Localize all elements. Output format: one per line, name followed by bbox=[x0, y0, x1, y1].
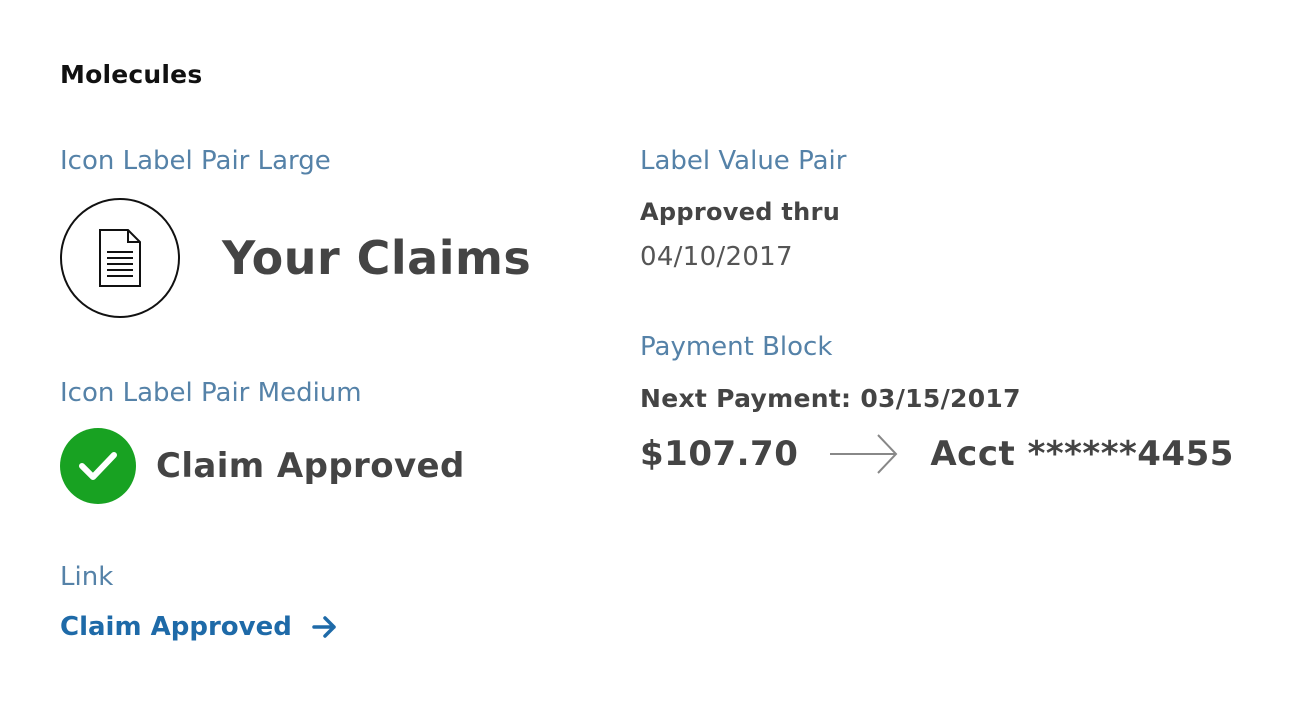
next-payment-title: Next Payment: 03/15/2017 bbox=[640, 384, 1021, 413]
section-label-link: Link bbox=[60, 562, 114, 592]
icon-label-pair-large: Your Claims bbox=[60, 196, 531, 320]
large-pair-label: Your Claims bbox=[222, 231, 532, 285]
medium-pair-label: Claim Approved bbox=[156, 446, 465, 486]
payment-amount: $107.70 bbox=[640, 434, 799, 474]
arrow-right-icon bbox=[312, 615, 338, 639]
document-icon bbox=[60, 198, 180, 318]
claim-approved-link[interactable]: Claim Approved bbox=[60, 612, 338, 642]
approved-thru-value: 04/10/2017 bbox=[640, 242, 793, 272]
section-label-icon-label-pair-large: Icon Label Pair Large bbox=[60, 146, 331, 176]
section-label-icon-label-pair-medium: Icon Label Pair Medium bbox=[60, 378, 362, 408]
checkmark-icon bbox=[60, 428, 136, 504]
page-heading: Molecules bbox=[60, 60, 203, 89]
link-text: Claim Approved bbox=[60, 612, 292, 642]
payment-row: $107.70 Acct ******4455 bbox=[640, 428, 1234, 480]
icon-label-pair-medium: Claim Approved bbox=[60, 428, 465, 504]
section-label-payment-block: Payment Block bbox=[640, 332, 833, 362]
payment-account: Acct ******4455 bbox=[930, 434, 1234, 474]
molecules-page: Molecules Icon Label Pair Large Your Cla… bbox=[0, 0, 1300, 726]
approved-thru-label: Approved thru bbox=[640, 198, 841, 226]
section-label-label-value-pair: Label Value Pair bbox=[640, 146, 847, 176]
long-arrow-right-icon bbox=[828, 431, 900, 477]
